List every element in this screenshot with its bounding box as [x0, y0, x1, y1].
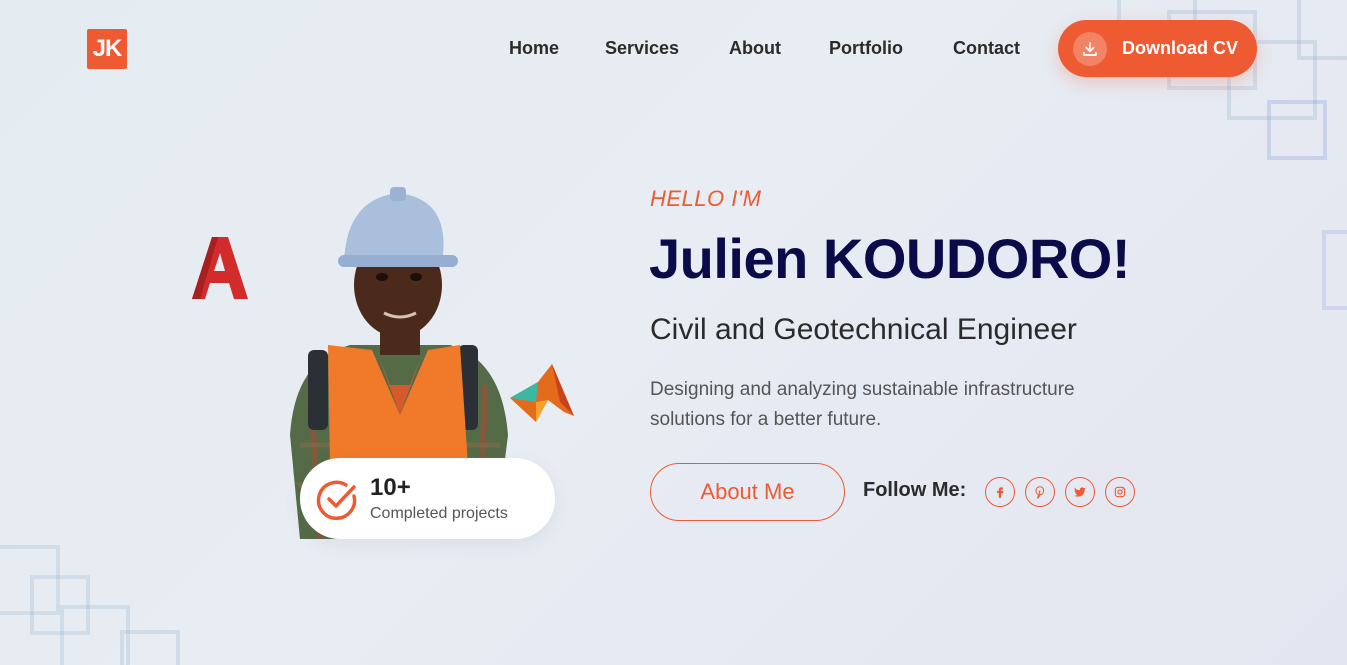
hero-role: Civil and Geotechnical Engineer [650, 313, 1077, 346]
nav-contact[interactable]: Contact [953, 38, 1020, 59]
follow-label: Follow Me: [863, 479, 967, 501]
nav-portfolio[interactable]: Portfolio [829, 38, 903, 59]
nav-about[interactable]: About [729, 38, 781, 59]
site-logo[interactable]: JK [87, 29, 127, 69]
download-cv-button[interactable]: Download CV [1058, 20, 1257, 77]
nav-services[interactable]: Services [605, 38, 679, 59]
autocad-logo [192, 237, 248, 299]
nav-home[interactable]: Home [509, 38, 559, 59]
projects-label: Completed projects [370, 504, 508, 522]
projects-count: 10+ [370, 473, 411, 501]
hero-name: Julien KOUDORO! [649, 227, 1130, 290]
about-me-button[interactable]: About Me [650, 463, 845, 521]
twitter-icon[interactable] [1065, 477, 1095, 507]
facebook-icon[interactable] [985, 477, 1015, 507]
download-cv-label: Download CV [1122, 38, 1238, 58]
instagram-icon[interactable] [1105, 477, 1135, 507]
greeting: HELLO I'M [650, 186, 762, 211]
matlab-logo [510, 364, 574, 422]
pinterest-icon[interactable] [1025, 477, 1055, 507]
hero-description: Designing and analyzing sustainable infr… [650, 379, 1075, 430]
download-icon [1073, 31, 1107, 66]
decorative-squares-bottom-left [0, 505, 220, 665]
check-circle-icon [316, 480, 357, 520]
projects-badge: 10+ Completed projects [300, 458, 555, 539]
